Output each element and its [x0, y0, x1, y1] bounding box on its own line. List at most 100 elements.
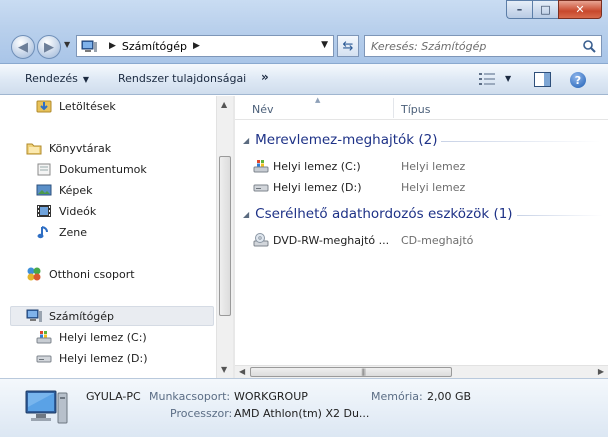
documents-icon	[37, 163, 51, 176]
scrollbar-thumb[interactable]	[219, 156, 231, 316]
back-button[interactable]: ◀	[11, 35, 35, 59]
refresh-button[interactable]: ⇆	[337, 35, 359, 57]
scroll-right-icon[interactable]: ▶	[598, 367, 604, 376]
computer-icon	[25, 390, 68, 424]
nav-item-label: Helyi lemez (D:)	[59, 351, 148, 365]
pictures-icon	[36, 184, 52, 196]
nav-item-homegroup[interactable]: Otthoni csoport	[26, 264, 135, 284]
item-type: Helyi lemez	[401, 159, 466, 173]
system-drive-icon	[253, 160, 269, 173]
nav-item-drive-d[interactable]: Helyi lemez (D:)	[36, 348, 148, 368]
breadcrumb-separator-icon[interactable]: ▶	[193, 41, 200, 51]
collapse-group-icon[interactable]: ◢	[243, 136, 249, 145]
more-commands-button[interactable]: »	[261, 70, 269, 84]
list-item[interactable]: DVD-RW-meghajtó ... CD-meghajtó	[253, 231, 473, 249]
breadcrumb-separator-icon[interactable]: ▶	[109, 41, 116, 51]
navigation-scrollbar[interactable]: ▲ ▼	[216, 96, 233, 378]
collapse-group-icon[interactable]: ◢	[243, 210, 249, 219]
minimize-button[interactable]: –	[506, 0, 532, 19]
address-bar[interactable]: ▶ Számítógép ▶ ▼	[76, 35, 334, 57]
memory-value: 2,00 GB	[427, 390, 472, 403]
address-history-dropdown[interactable]: ▼	[321, 40, 328, 50]
nav-item-label: Otthoni csoport	[49, 267, 135, 281]
group-divider	[441, 141, 601, 142]
videos-icon	[37, 205, 51, 217]
organize-menu[interactable]: Rendezés ▼	[25, 72, 89, 85]
column-headers: ▲ Név Típus	[235, 96, 608, 120]
search-box[interactable]	[364, 35, 602, 57]
scrollbar-thumb[interactable]: |||	[250, 367, 452, 377]
close-button[interactable]: ✕	[558, 0, 602, 19]
command-bar: Rendezés ▼ Rendszer tulajdonságai » ▼ ?	[0, 64, 608, 95]
item-type: CD-meghajtó	[401, 233, 474, 247]
view-options-icon[interactable]	[479, 73, 495, 85]
item-name: DVD-RW-meghajtó ...	[273, 233, 390, 247]
nav-item-label: Képek	[59, 183, 93, 197]
group-divider	[517, 215, 603, 216]
file-list: ▲ Név Típus ◢ Merevlemez-meghajtók (2) H…	[235, 96, 608, 366]
system-drive-icon	[36, 331, 52, 344]
maximize-button[interactable]: □	[532, 0, 558, 19]
nav-item-label: Helyi lemez (C:)	[59, 330, 147, 344]
nav-item-videos[interactable]: Videók	[36, 201, 96, 221]
drive-icon	[36, 355, 52, 363]
window-controls: – □ ✕	[506, 0, 602, 19]
nav-item-pictures[interactable]: Képek	[36, 180, 93, 200]
nav-item-label: Zene	[59, 225, 88, 239]
search-input[interactable]	[371, 39, 571, 53]
grip-icon: |||	[361, 368, 366, 376]
processor-label: Processzor:	[170, 407, 233, 420]
help-button[interactable]: ?	[570, 72, 586, 88]
search-icon[interactable]	[582, 39, 596, 53]
libraries-icon	[26, 143, 42, 155]
preview-pane-icon[interactable]	[534, 72, 551, 87]
nav-item-documents[interactable]: Dokumentumok	[36, 159, 147, 179]
nav-item-libraries[interactable]: Könyvtárak	[26, 138, 111, 158]
group-header-hard-drives[interactable]: ◢ Merevlemez-meghajtók (2)	[243, 132, 438, 148]
system-properties-button[interactable]: Rendszer tulajdonságai	[118, 72, 246, 85]
group-title: Merevlemez-meghajtók (2)	[255, 132, 438, 148]
nav-item-downloads[interactable]: Letöltések	[36, 96, 116, 116]
arrow-right-icon: ▶	[44, 39, 54, 55]
item-name: Helyi lemez (C:)	[273, 159, 361, 173]
view-options-dropdown[interactable]: ▼	[505, 74, 511, 83]
nav-item-label: Könyvtárak	[49, 141, 112, 155]
organize-label: Rendezés	[25, 72, 78, 85]
list-item[interactable]: Helyi lemez (C:) Helyi lemez	[253, 157, 465, 175]
item-type: Helyi lemez	[401, 180, 466, 194]
scroll-down-icon[interactable]: ▼	[221, 365, 227, 374]
homegroup-icon	[27, 267, 41, 281]
navigation-pane: Letöltések Könyvtárak Dokumentumok Képek…	[0, 96, 217, 378]
column-divider[interactable]	[393, 98, 394, 118]
downloads-folder-icon	[36, 100, 52, 113]
computer-icon	[81, 40, 97, 52]
scroll-left-icon[interactable]: ◀	[239, 367, 245, 376]
column-header-name[interactable]: Név	[252, 103, 274, 116]
nav-item-computer[interactable]: Számítógép	[26, 306, 114, 326]
dvd-drive-icon	[253, 233, 269, 247]
forward-button[interactable]: ▶	[37, 35, 61, 59]
scroll-up-icon[interactable]: ▲	[221, 100, 227, 109]
nav-item-label: Videók	[59, 204, 97, 218]
group-title: Cserélhető adathordozós eszközök (1)	[255, 206, 513, 222]
window-chrome: – □ ✕ ◀ ▶ ▼ ▶ Számítógép ▶ ▼ ⇆	[0, 0, 608, 64]
group-header-removable[interactable]: ◢ Cserélhető adathordozós eszközök (1)	[243, 206, 513, 222]
breadcrumb-computer[interactable]: Számítógép	[122, 40, 187, 53]
workgroup-label: Munkacsoport:	[149, 390, 231, 403]
item-name: Helyi lemez (D:)	[273, 180, 362, 194]
drive-icon	[253, 184, 269, 192]
nav-item-label: Számítógép	[49, 309, 115, 323]
computer-icon	[26, 309, 42, 322]
nav-item-music[interactable]: Zene	[36, 222, 87, 242]
nav-item-label: Letöltések	[59, 99, 116, 113]
details-pane: GYULA-PC Munkacsoport: WORKGROUP Memória…	[0, 378, 608, 437]
horizontal-scrollbar[interactable]: ◀ ||| ▶	[235, 365, 608, 378]
column-header-type[interactable]: Típus	[401, 103, 430, 116]
music-icon	[37, 226, 48, 239]
list-item[interactable]: Helyi lemez (D:) Helyi lemez	[253, 178, 465, 196]
workgroup-value: WORKGROUP	[234, 390, 308, 403]
memory-label: Memória:	[371, 390, 423, 403]
recent-pages-dropdown[interactable]: ▼	[64, 40, 70, 49]
computer-name: GYULA-PC	[86, 390, 141, 403]
nav-item-drive-c[interactable]: Helyi lemez (C:)	[36, 327, 147, 347]
